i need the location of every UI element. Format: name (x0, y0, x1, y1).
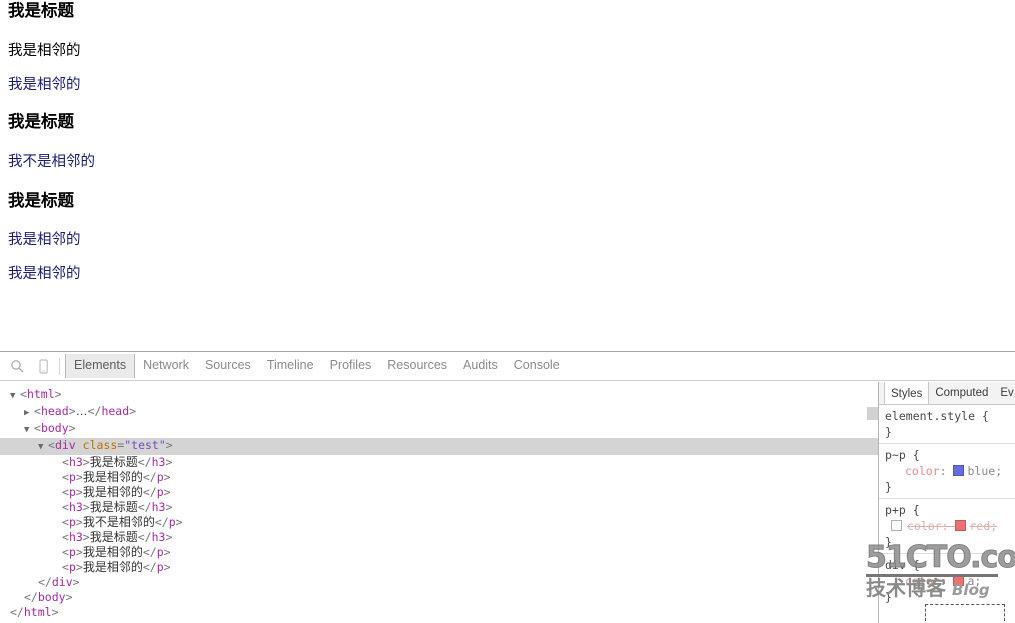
css-property-name[interactable]: color (905, 464, 940, 478)
dom-node-markup: <p>我不是相邻的</p> (62, 515, 183, 529)
dom-node-markup: <div class="test"> (48, 438, 173, 452)
dom-node-markup: <p>我是相邻的</p> (62, 485, 171, 499)
dom-node-markup: </html> (10, 605, 59, 619)
dom-node-p-1[interactable]: <p>我是相邻的</p> (0, 470, 878, 485)
css-declaration-disabled[interactable]: color: red; (885, 518, 1015, 534)
dom-node-html-open[interactable]: ▼ <html> (0, 387, 878, 404)
styles-pane-tabs: Styles Computed Ev (879, 382, 1015, 405)
dom-node-h3-3[interactable]: <h3>我是标题</h3> (0, 530, 878, 545)
devtools-toolbar: Elements Network Sources Timeline Profil… (0, 352, 1015, 381)
tab-elements[interactable]: Elements (65, 354, 136, 378)
dom-node-markup: </body> (24, 590, 73, 604)
css-rule-close: } (885, 590, 892, 604)
search-icon[interactable] (4, 354, 30, 379)
dom-node-markup: </div> (38, 575, 80, 589)
tab-timeline[interactable]: Timeline (259, 354, 322, 378)
rendered-page-viewport: 我是标题 我是相邻的 我是相邻的 我是标题 我不是相邻的 我是标题 我是相邻的 … (0, 0, 1015, 351)
css-rule-p-adjacent[interactable]: p+p { color: red; } (879, 499, 1015, 554)
css-declaration[interactable]: color: blue; (885, 463, 1015, 479)
styles-pane: Styles Computed Ev element.style { } p~p… (879, 382, 1015, 623)
paragraph-4: 我是相邻的 (8, 232, 81, 248)
dom-node-markup: <p>我是相邻的</p> (62, 560, 171, 574)
paragraph-1: 我是相邻的 (8, 43, 81, 59)
toolbar-divider (59, 357, 60, 375)
css-rule-div[interactable]: div { color: a; } (879, 554, 1015, 608)
css-property-value[interactable]: blue (967, 464, 995, 478)
css-selector[interactable]: element.style { (885, 408, 1015, 424)
dom-node-h3-1[interactable]: <h3>我是标题</h3> (0, 455, 878, 470)
dom-node-markup: <h3>我是标题</h3> (62, 500, 173, 514)
tab-audits[interactable]: Audits (455, 354, 506, 378)
color-swatch-red[interactable] (955, 520, 967, 531)
tab-resources[interactable]: Resources (379, 354, 455, 378)
dom-node-div-test[interactable]: ▼ <div class="test"> (0, 438, 878, 455)
css-selector[interactable]: div { (885, 557, 1015, 573)
tab-console[interactable]: Console (506, 354, 568, 378)
twisty-open-icon[interactable]: ▼ (38, 440, 48, 455)
tab-network[interactable]: Network (135, 354, 197, 378)
twisty-open-icon[interactable]: ▼ (24, 423, 34, 438)
css-rule-p-sibling[interactable]: p~p { color: blue; } (879, 444, 1015, 499)
dom-node-body-open[interactable]: ▼ <body> (0, 421, 878, 438)
dom-node-p-4[interactable]: <p>我是相邻的</p> (0, 545, 878, 560)
tab-styles[interactable]: Styles (884, 382, 930, 404)
css-rule-element-style[interactable]: element.style { } (879, 405, 1015, 444)
twisty-open-icon[interactable]: ▼ (10, 389, 20, 404)
css-declaration[interactable]: color: a; (885, 573, 1015, 589)
tab-sources[interactable]: Sources (197, 354, 259, 378)
css-rule-close: } (885, 425, 892, 439)
dom-node-h3-2[interactable]: <h3>我是标题</h3> (0, 500, 878, 515)
declaration-checkbox[interactable] (891, 520, 902, 531)
device-toggle-icon[interactable] (30, 354, 56, 379)
dom-node-p-5[interactable]: <p>我是相邻的</p> (0, 560, 878, 575)
dom-node-p-3[interactable]: <p>我不是相邻的</p> (0, 515, 878, 530)
box-model-diagram (925, 604, 1005, 621)
heading-3: 我是标题 (8, 192, 74, 210)
dom-node-markup: <head>…</head> (34, 404, 137, 418)
twisty-closed-icon[interactable]: ▶ (24, 406, 34, 421)
color-swatch[interactable] (953, 575, 965, 586)
css-selector[interactable]: p+p { (885, 502, 1015, 518)
dom-node-markup: <h3>我是标题</h3> (62, 455, 173, 469)
tab-computed[interactable]: Computed (929, 382, 994, 404)
css-property-value[interactable]: red (969, 519, 990, 533)
dom-node-html-close[interactable]: </html> (0, 605, 878, 620)
heading-2: 我是标题 (8, 113, 74, 131)
dom-node-markup: <p>我是相邻的</p> (62, 545, 171, 559)
splitter-grip[interactable] (867, 407, 878, 420)
tab-profiles[interactable]: Profiles (322, 354, 380, 378)
paragraph-5: 我是相邻的 (8, 266, 81, 282)
paragraph-3: 我不是相邻的 (8, 154, 95, 170)
tab-event-listeners[interactable]: Ev (994, 382, 1015, 404)
dom-node-head[interactable]: ▶ <head>…</head> (0, 404, 878, 421)
css-rule-close: } (885, 480, 892, 494)
dom-node-p-2[interactable]: <p>我是相邻的</p> (0, 485, 878, 500)
css-property-name[interactable]: color (905, 574, 940, 588)
dom-node-markup: <html> (20, 387, 62, 401)
css-property-name[interactable]: color (907, 519, 942, 533)
dom-node-markup: <h3>我是标题</h3> (62, 530, 173, 544)
paragraph-2: 我是相邻的 (8, 77, 81, 93)
dom-node-markup: <body> (34, 421, 76, 435)
css-selector[interactable]: p~p { (885, 447, 1015, 463)
devtools-panel: Elements Network Sources Timeline Profil… (0, 351, 1015, 623)
dom-node-markup: <p>我是相邻的</p> (62, 470, 171, 484)
dom-tree-pane[interactable]: ▼ <html> ▶ <head>…</head> ▼ <body> ▼ <div cl… (0, 382, 878, 623)
dom-node-div-close[interactable]: </div> (0, 575, 878, 590)
heading-1: 我是标题 (8, 2, 74, 20)
css-rule-close: } (885, 535, 892, 549)
dom-node-body-close[interactable]: </body> (0, 590, 878, 605)
color-swatch-blue[interactable] (953, 465, 965, 476)
